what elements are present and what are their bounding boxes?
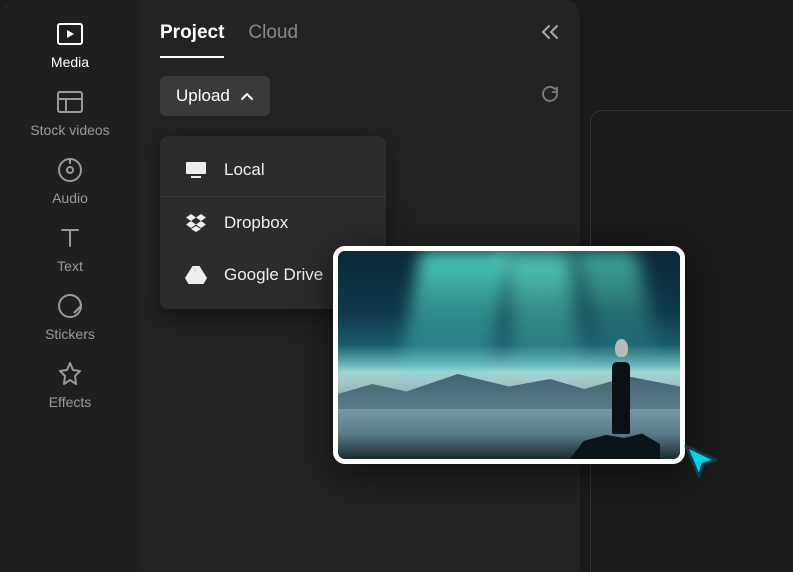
- local-icon: [184, 161, 208, 179]
- refresh-button[interactable]: [540, 84, 560, 109]
- sidebar-item-audio[interactable]: Audio: [0, 156, 140, 206]
- dropdown-label: Dropbox: [224, 213, 288, 233]
- dropdown-label: Local: [224, 160, 265, 180]
- tab-cloud[interactable]: Cloud: [248, 22, 298, 58]
- sidebar-item-effects[interactable]: Effects: [0, 360, 140, 410]
- sidebar-item-media[interactable]: Media: [0, 20, 140, 70]
- dropdown-item-dropbox[interactable]: Dropbox: [160, 197, 386, 249]
- stock-videos-icon: [56, 88, 84, 116]
- chevron-up-icon: [240, 86, 254, 106]
- sidebar-item-stickers[interactable]: Stickers: [0, 292, 140, 342]
- google-drive-icon: [184, 265, 208, 285]
- panel-tabs: Project Cloud: [140, 0, 580, 58]
- text-icon: [56, 224, 84, 252]
- media-thumbnail[interactable]: [333, 246, 685, 464]
- upload-button[interactable]: Upload: [160, 76, 270, 116]
- tab-project[interactable]: Project: [160, 22, 224, 58]
- sidebar-label: Effects: [49, 394, 92, 410]
- media-icon: [56, 20, 84, 48]
- tool-sidebar: Media Stock videos Audio Text Stickers E…: [0, 0, 140, 572]
- tool-row: Upload: [140, 58, 580, 134]
- sidebar-label: Stickers: [45, 326, 95, 342]
- stickers-icon: [56, 292, 84, 320]
- dropbox-icon: [184, 213, 208, 233]
- sidebar-label: Stock videos: [30, 122, 109, 138]
- sidebar-label: Text: [57, 258, 83, 274]
- cursor-icon: [680, 440, 728, 493]
- collapse-button[interactable]: [540, 24, 560, 57]
- audio-icon: [56, 156, 84, 184]
- sidebar-label: Media: [51, 54, 89, 70]
- sidebar-item-text[interactable]: Text: [0, 224, 140, 274]
- thumbnail-image: [338, 251, 680, 459]
- dropdown-item-local[interactable]: Local: [160, 144, 386, 197]
- dropdown-label: Google Drive: [224, 265, 323, 285]
- effects-icon: [56, 360, 84, 388]
- upload-label: Upload: [176, 86, 230, 106]
- sidebar-item-stock-videos[interactable]: Stock videos: [0, 88, 140, 138]
- sidebar-label: Audio: [52, 190, 88, 206]
